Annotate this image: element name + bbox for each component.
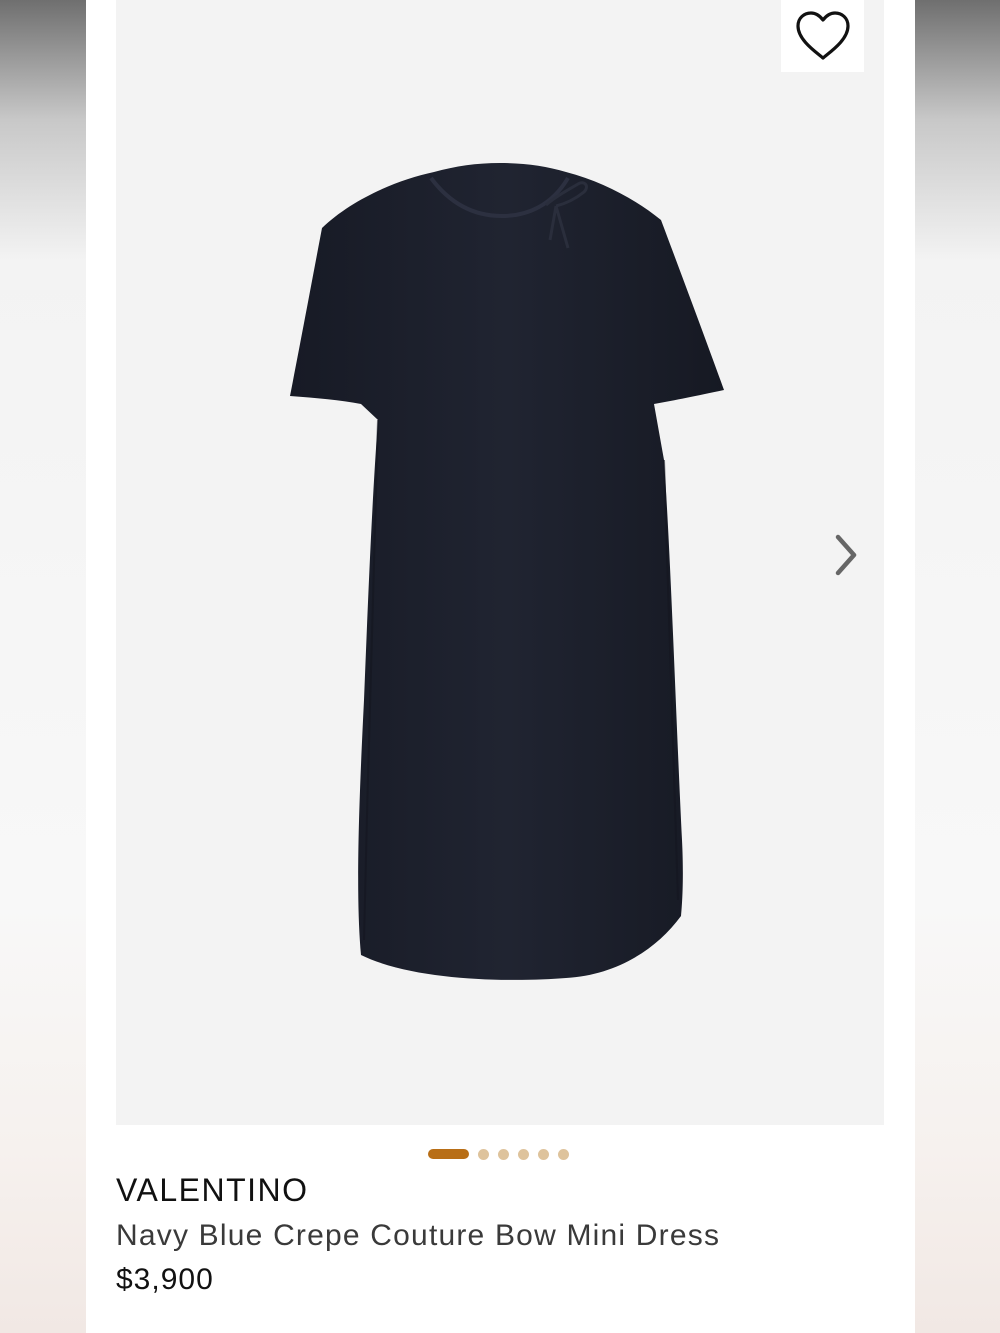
- product-name[interactable]: Navy Blue Crepe Couture Bow Mini Dress: [116, 1219, 720, 1253]
- left-backdrop: [0, 0, 86, 1333]
- pagination-dot[interactable]: [498, 1148, 509, 1160]
- product-image: [290, 163, 724, 980]
- product-card[interactable]: VALENTINO Navy Blue Crepe Couture Bow Mi…: [86, 0, 915, 1333]
- product-brand[interactable]: VALENTINO: [116, 1172, 309, 1209]
- pagination-dot[interactable]: [518, 1148, 529, 1160]
- heart-outline-icon: [795, 11, 850, 60]
- product-image-gallery[interactable]: [116, 0, 884, 1125]
- chevron-right-icon: [835, 534, 857, 576]
- pagination-dot[interactable]: [478, 1148, 489, 1160]
- next-image-button[interactable]: [826, 530, 866, 580]
- favorite-button[interactable]: [781, 0, 864, 72]
- right-backdrop: [914, 0, 1000, 1333]
- pagination-dot[interactable]: [538, 1148, 549, 1160]
- product-price: $3,900: [116, 1263, 214, 1296]
- pagination-dot-active[interactable]: [428, 1149, 469, 1159]
- pagination-dot[interactable]: [558, 1148, 569, 1160]
- gallery-pagination[interactable]: [428, 1148, 569, 1160]
